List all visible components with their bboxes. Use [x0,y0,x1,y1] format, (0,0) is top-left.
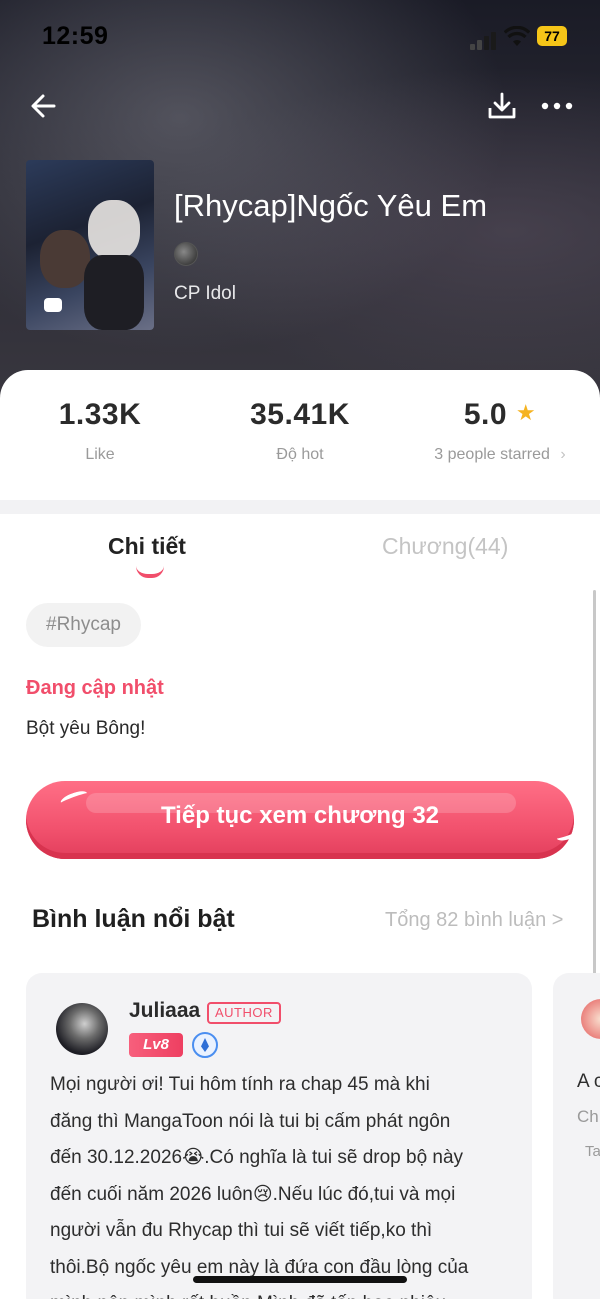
section-divider [0,500,600,514]
arrow-left-icon [31,94,56,118]
comment-line: mình nên mình rất buồn.Mình đã tốn bao n… [50,1286,520,1299]
medal-icon [192,1032,218,1058]
author-avatar[interactable] [174,242,198,266]
status-time: 12:59 [42,22,109,50]
signal-icon [470,30,498,50]
stat-likes: 1.33K Like [0,398,200,464]
comic-title: [Rhycap]Ngốc Yêu Em [174,188,488,223]
hot-count: 35.41K [250,398,350,431]
rating-value-row: 5.0 ★ [400,398,600,432]
rating-value: 5.0 [463,398,508,431]
more-horizontal-icon [541,102,573,110]
comment-line: đăng thì MangaToon nói là tui bị cấm phá… [50,1110,451,1132]
download-icon [488,92,516,119]
battery-icon: 77 [537,26,567,46]
commenter-name[interactable]: Juliaaa [129,999,200,1023]
tab-active-indicator [136,566,164,578]
more-button[interactable] [538,88,578,124]
update-status: Đang cập nhật [26,677,164,699]
stat-rating[interactable]: 5.0 ★ 3 people starred › [400,398,600,464]
home-indicator [193,1276,407,1283]
author-badge: AUTHOR [207,1002,281,1024]
comment-line: đến cuối năm 2026 luôn😢.Nếu lúc đó,tui v… [50,1183,456,1205]
rating-label-row: 3 people starred › [400,446,600,464]
back-button[interactable] [26,88,62,124]
comment-line: Mọi người ơi! Tui hôm tính ra chap 45 mà… [50,1074,430,1095]
tab-chapters[interactable]: Chương(44) [382,533,508,560]
comment-text: Mọi người ơi! Tui hôm tính ra chap 45 mà… [50,1067,520,1299]
avatar [581,999,600,1039]
continue-reading-button[interactable]: Tiếp tục xem chương 32 [26,781,583,859]
comment-line: đến 30.12.2026😭.Có nghĩa là tui sẽ drop … [50,1147,464,1168]
likes-count: 1.33K [58,398,142,431]
comic-cover[interactable] [26,160,154,330]
avatar[interactable] [56,1003,108,1055]
next-comment-text: A c [577,1071,600,1092]
hot-label: Độ hot [276,446,324,463]
next-comment-text: Ta [585,1143,600,1160]
next-comment-text: Ch [577,1107,599,1126]
status-bar: 12:59 77 [0,18,600,58]
tab-detail[interactable]: Chi tiết [108,533,186,560]
level-badge: Lv8 [129,1033,183,1057]
comment-line: người vẫn đu Rhycap thì tui sẽ viết tiếp… [50,1220,433,1241]
comments-total-link[interactable]: Tổng 82 bình luận > [385,909,563,932]
tag-chip[interactable]: #Rhycap [26,603,141,647]
stats-panel: 1.33K Like 35.41K Độ hot 5.0 ★ 3 people … [0,370,600,500]
comic-category[interactable]: CP Idol [174,283,236,305]
comic-description: Bột yêu Bông! [26,718,146,739]
continue-reading-label: Tiếp tục xem chương 32 [160,802,440,829]
next-comment-card[interactable]: A c Ch Ta [553,973,600,1299]
scrollbar[interactable] [593,590,596,1020]
wifi-icon [504,26,530,46]
comment-card[interactable]: Juliaaa AUTHOR Lv8 Mọi người ơi! Tui hôm… [26,973,532,1299]
chevron-right-icon: › [560,446,566,463]
star-icon: ★ [515,400,537,425]
cover-art-figure [88,200,140,260]
rating-label: 3 people starred [434,446,550,463]
chat-icon [44,298,62,312]
cover-art [40,230,90,288]
download-button[interactable] [484,88,520,124]
likes-label: Like [85,446,115,463]
comments-section-title: Bình luận nổi bật [32,905,235,933]
cover-art-shadow [84,255,144,330]
stat-hot: 35.41K Độ hot [200,398,400,464]
